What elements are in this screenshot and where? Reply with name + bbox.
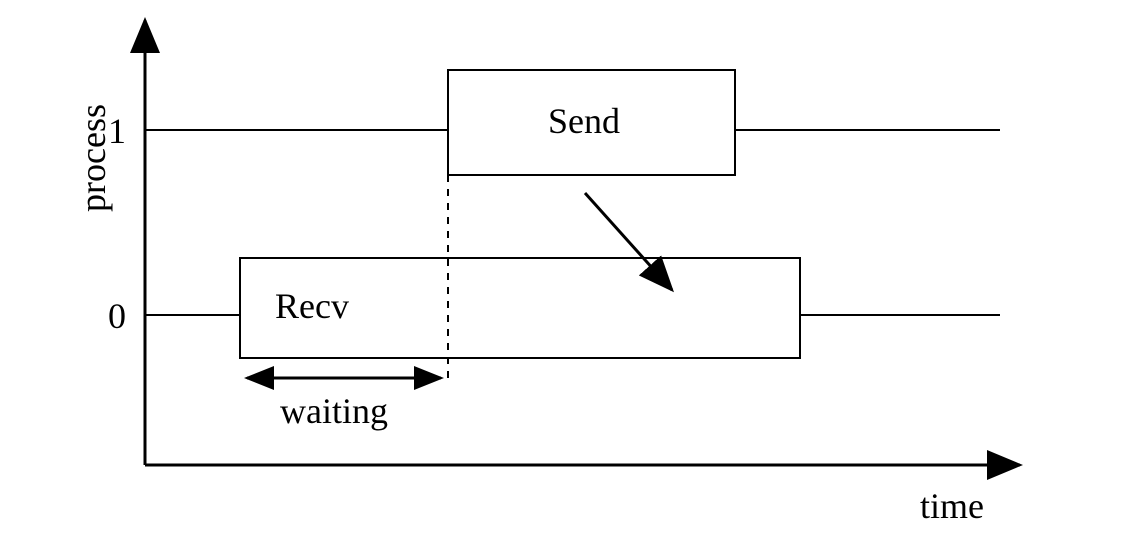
recv-label: Recv — [275, 285, 349, 327]
waiting-label: waiting — [280, 390, 388, 432]
tick-label-1: 1 — [108, 110, 126, 152]
tick-label-0: 0 — [108, 295, 126, 337]
x-axis-title: time — [920, 485, 984, 527]
process-timeline-diagram — [0, 0, 1121, 539]
send-label: Send — [548, 100, 620, 142]
